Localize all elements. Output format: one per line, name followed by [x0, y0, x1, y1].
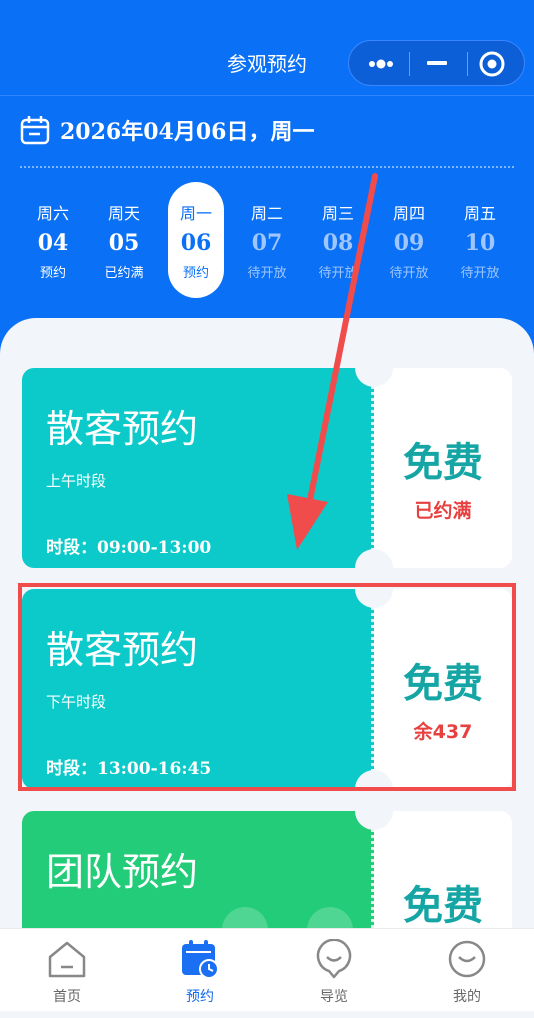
ticket-status: 已约满: [414, 500, 472, 522]
close-mini-program-icon[interactable]: [475, 41, 519, 87]
calendar-clock-icon: [180, 939, 220, 979]
ticket-card-morning[interactable]: 散客预约 上午时段 时段：09:00-13:00 免费 已约满: [22, 349, 512, 587]
tab-bar: 首页 预约 导览 我的: [0, 928, 534, 1011]
ticket-title: 散客预约: [46, 407, 199, 451]
mini-program-capsule: [348, 40, 525, 86]
selected-date: 2026年04月06日，周一: [60, 119, 315, 145]
date-item-09[interactable]: 周四 09 待开放: [381, 182, 437, 298]
date-selector: 周六 04 预约 周天 05 已约满 周一 06 预约 周二 07 待开放 周三…: [19, 182, 517, 298]
date-item-08[interactable]: 周三 08 待开放: [310, 182, 366, 298]
calendar-icon: [20, 115, 50, 145]
profile-icon: [447, 939, 487, 979]
ticket-price: 免费: [403, 440, 483, 486]
date-item-06-selected[interactable]: 周一 06 预约: [168, 182, 224, 298]
selected-date-row: 2026年04月06日，周一: [20, 113, 314, 147]
more-menu-icon[interactable]: [363, 41, 407, 87]
ticket-title: 团队预约: [46, 850, 199, 894]
date-item-07[interactable]: 周二 07 待开放: [239, 182, 295, 298]
date-item-04[interactable]: 周六 04 预约: [25, 182, 81, 298]
dotted-divider: [20, 166, 514, 168]
date-item-05[interactable]: 周天 05 已约满: [96, 182, 152, 298]
highlight-box: [18, 583, 516, 791]
guide-icon: [314, 938, 354, 979]
date-item-10[interactable]: 周五 10 待开放: [452, 182, 508, 298]
ticket-stub: 免费 已约满: [374, 368, 512, 568]
ticket-time: 时段：09:00-13:00: [46, 538, 212, 558]
ticket-price: 免费: [403, 883, 483, 929]
minimize-icon[interactable]: [419, 41, 463, 87]
ticket-main: 散客预约 上午时段 时段：09:00-13:00: [22, 368, 374, 568]
home-icon: [47, 939, 87, 979]
nav-divider: [0, 95, 534, 96]
ticket-subtitle: 上午时段: [46, 472, 107, 490]
